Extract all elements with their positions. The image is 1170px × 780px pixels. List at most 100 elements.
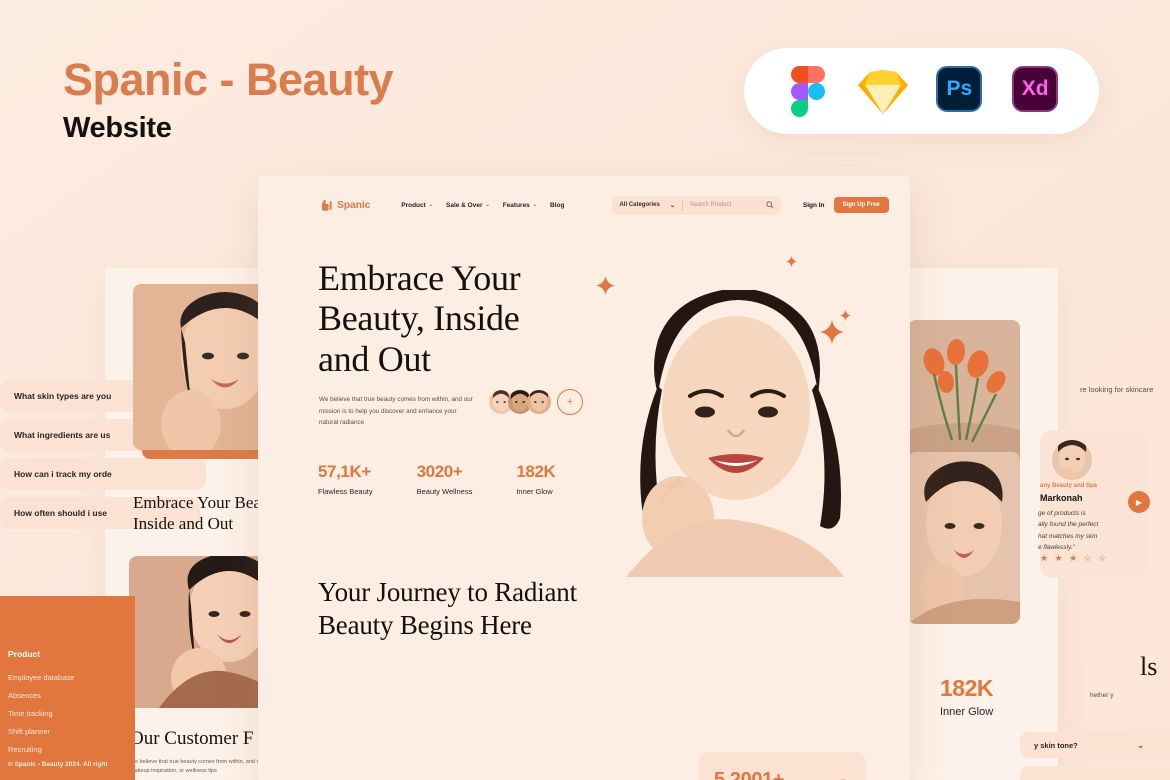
hero-stat-item: 3020+ Beauty Wellness (417, 462, 473, 496)
chevron-down-icon: ⌄ (1137, 740, 1144, 750)
hero-section: Embrace Your Beauty, Inside and Out We b… (258, 234, 910, 577)
chevron-down-icon: ⌄ (485, 202, 490, 208)
nav-item-blog[interactable]: Blog (550, 202, 564, 209)
avatar-group: + (488, 389, 583, 415)
chevron-down-icon: ⌄ (532, 202, 538, 208)
faq-label: How can i track my orde (14, 469, 112, 479)
hero-stat-value: 3020+ (416, 462, 463, 481)
hero-stat-value: 57,1K+ (318, 462, 371, 481)
rating-stars: ★ ★ ★ ☆ ☆ (1040, 553, 1109, 563)
site-navbar: Spanic Product ⌄ Sale & Over ⌄ Features … (258, 176, 910, 234)
left-heading-two: Our Customer F (130, 728, 254, 749)
hero-stat-label: Beauty Wellness (416, 487, 473, 496)
footer-link[interactable]: Employee database (8, 673, 135, 682)
search-bar[interactable]: All Categories ⌄ Search Product (612, 195, 781, 215)
journey-heading-line1: Your Journey to Radiant (318, 577, 577, 607)
tool-badges: Ps Xd (744, 48, 1099, 134)
hero-heading-line2: Beauty, Inside (318, 298, 520, 339)
xd-icon: Xd (1010, 65, 1061, 117)
testimonial-name: Markonah (1040, 493, 1083, 503)
hero-stat-label: Inner Glow (516, 487, 553, 496)
faq-label: What ingredients are us (14, 430, 111, 440)
right-stat: 182K Inner Glow (940, 675, 993, 718)
footer-link[interactable]: Absences (8, 691, 135, 700)
hero-description: We believe that true beauty comes from w… (319, 396, 473, 427)
nav-item-product[interactable]: Product ⌄ (401, 202, 433, 209)
category-label: All Categories (619, 202, 660, 208)
left-heading-one-line2: Inside and Out (133, 514, 234, 534)
sparkle-icon (786, 256, 797, 267)
nav-label: Sale & Over (446, 201, 483, 209)
title-sub: Website (63, 112, 172, 145)
faq-label: What skin types are you (14, 391, 112, 401)
site-nav-links: Product ⌄ Sale & Over ⌄ Features ⌄ Blog (401, 202, 564, 209)
sign-in-link[interactable]: Sign In (803, 202, 825, 209)
nav-label: Product (401, 201, 426, 209)
site-logo-text: Spanic (337, 199, 371, 211)
play-icon: ▶ (1135, 497, 1143, 507)
journey-card-large[interactable]: 5,2001+ ↗ Beauty and Wellness Premium pr… (698, 752, 866, 780)
photoshop-label: Ps (936, 65, 983, 112)
right-accordion-label: y skin tone? (1034, 740, 1078, 750)
quote-line1: ge of products is (1038, 510, 1086, 517)
title-brand: Spanic - Beauty (63, 54, 394, 105)
hero-stat-value: 182K (516, 462, 556, 481)
sign-up-button[interactable]: Sign Up Free (833, 197, 889, 213)
right-stat-value: 182K (940, 675, 993, 701)
quote-line4: e flawlessly." (1038, 544, 1075, 552)
hero-heading-line3: and Out (318, 338, 431, 379)
arrow-up-right-icon: ↗ (835, 774, 848, 780)
xd-label: Xd (1012, 65, 1059, 112)
footer-links: Employee database Absences Time tracking… (0, 673, 135, 754)
avatar (526, 389, 552, 415)
journey-heading: Your Journey to Radiant Beauty Begins He… (318, 576, 577, 643)
hero-heading: Embrace Your Beauty, Inside and Out (318, 258, 521, 379)
nav-item-sale-over[interactable]: Sale & Over ⌄ (446, 202, 490, 209)
testimonial-company: any Beauty and Spa (1040, 483, 1098, 489)
journey-card-value: 5,2001+ (714, 769, 785, 780)
journey-heading-line2: Beauty Begins Here (318, 610, 532, 641)
site-logo[interactable]: Spanic (320, 199, 370, 212)
right-stat-label: Inner Glow (940, 706, 994, 718)
testimonial-quote: ge of products is ally found the perfect… (1038, 508, 1150, 554)
presentation-title: Spanic - Beauty Website (63, 54, 394, 145)
faq-label: How often should i use (14, 508, 108, 518)
right-text-line: re looking for skincare (1080, 385, 1154, 394)
footer-title: Product (8, 649, 41, 659)
search-input[interactable]: Search Product (690, 202, 762, 208)
quote-line2: ally found the perfect (1038, 521, 1099, 529)
quote-line3: hat matches my skin (1038, 532, 1098, 540)
copyright: © Spanic - Beauty 2024. All right (8, 761, 108, 768)
nav-item-features[interactable]: Features ⌄ (503, 202, 537, 209)
search-icon[interactable] (766, 196, 774, 214)
right-serif-fragment: ls (1140, 652, 1158, 681)
website-mockup: Spanic Product ⌄ Sale & Over ⌄ Features … (258, 176, 910, 780)
hero-stats: 57,1K+ Flawless Beauty 3020+ Beauty Well… (318, 462, 556, 496)
next-testimonial-button[interactable]: ▶ (1128, 491, 1150, 513)
left-heading-one-line1: Embrace Your Beau (133, 493, 270, 512)
screenshot-stage: Spanic - Beauty Website Ps Xd What skin … (0, 0, 1170, 780)
hero-stat-item: 57,1K+ Flawless Beauty (318, 462, 373, 496)
hero-stat-label: Flawless Beauty (318, 487, 373, 496)
hand-icon (320, 199, 333, 212)
right-small-text: hether y (1090, 692, 1114, 699)
chevron-down-icon: ⌄ (669, 202, 675, 209)
footer-link[interactable]: Shift planner (8, 727, 135, 736)
photoshop-icon: Ps (934, 65, 985, 117)
footer-link[interactable]: Recruiting (8, 745, 135, 754)
hero-heading-line1: Embrace Your (318, 258, 521, 298)
nav-label: Features (502, 201, 530, 209)
hero-stat-item: 182K Inner Glow (516, 462, 555, 496)
nav-label: Blog (550, 201, 565, 209)
add-avatar-button[interactable]: + (557, 389, 583, 415)
faq-item[interactable]: How can i track my orde (0, 458, 206, 490)
figma-icon (782, 65, 833, 117)
category-select[interactable]: All Categories ⌄ (619, 202, 674, 209)
right-photo-face (908, 452, 1020, 624)
hero-photo (586, 288, 876, 577)
footer-link[interactable]: Time tracking (8, 709, 135, 718)
right-accordion-item-next[interactable] (1020, 766, 1170, 780)
right-accordion-item[interactable]: y skin tone? ⌄ (1020, 732, 1170, 758)
footer-block: Product Employee database Absences Time … (0, 596, 135, 780)
testimonial-avatar (1052, 440, 1092, 480)
